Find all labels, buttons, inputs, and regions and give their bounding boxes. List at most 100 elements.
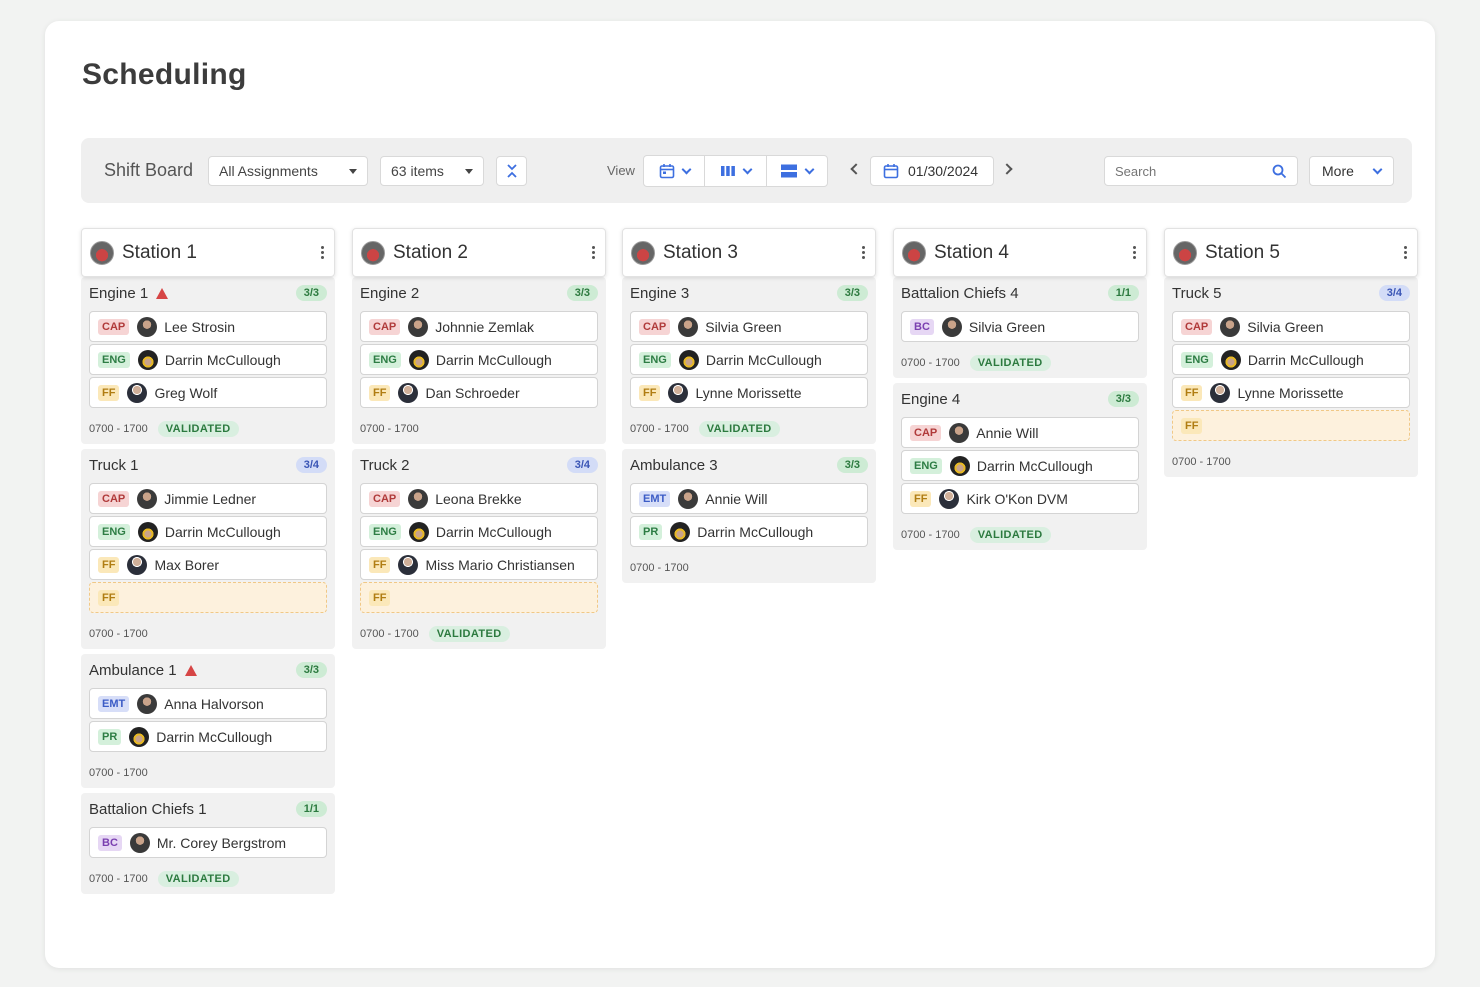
unit-header: Truck 5 3/4 xyxy=(1172,285,1410,302)
unit-card[interactable]: Engine 3 3/3 CAP Silvia Green ENG Darrin McCu… xyxy=(622,277,876,444)
shift-time: 0700 - 1700 xyxy=(89,873,148,885)
assignment-slot[interactable]: ENG Darrin McCullough xyxy=(89,516,327,547)
assignment-slot[interactable]: ENG Darrin McCullough xyxy=(360,516,598,547)
person-name: Darrin McCullough xyxy=(156,728,273,745)
role-badge: CAP xyxy=(369,318,401,335)
assignment-slot[interactable]: ENG Darrin McCullough xyxy=(1172,344,1410,375)
assignment-slot[interactable]: BC Silvia Green xyxy=(901,311,1139,342)
columns-view-button[interactable] xyxy=(705,156,767,186)
assignment-slot[interactable]: ENG Darrin McCullough xyxy=(89,344,327,375)
prev-date-icon[interactable] xyxy=(850,163,862,175)
person-name: Darrin McCullough xyxy=(1247,351,1364,368)
staffing-count-badge: 3/4 xyxy=(566,457,598,473)
assignment-slot[interactable]: CAP Silvia Green xyxy=(630,311,868,342)
avatar xyxy=(1220,316,1241,337)
assignment-slot[interactable]: EMT Anna Halvorson xyxy=(89,688,327,719)
warning-icon xyxy=(156,287,169,299)
calendar-view-button[interactable] xyxy=(644,156,706,186)
chevron-down-icon xyxy=(804,164,815,174)
station-header[interactable]: Station 3 xyxy=(622,228,876,277)
status-badge: VALIDATED xyxy=(157,421,239,437)
assignment-slot[interactable]: CAP Jimmie Ledner xyxy=(89,483,327,514)
search-input[interactable] xyxy=(1115,163,1255,179)
staffing-count-badge: 3/3 xyxy=(836,285,868,301)
assignment-slot[interactable]: FF Greg Wolf xyxy=(89,377,327,408)
role-badge: FF xyxy=(98,556,120,573)
station-header[interactable]: Station 2 xyxy=(352,228,606,277)
assignment-slot[interactable]: CAP Lee Strosin xyxy=(89,311,327,342)
avatar xyxy=(949,422,970,443)
assignment-slot[interactable]: ENG Darrin McCullough xyxy=(901,450,1139,481)
assignments-select[interactable]: All Assignments xyxy=(208,156,368,186)
more-button[interactable]: More xyxy=(1309,156,1394,186)
assignment-slot[interactable]: ENG Darrin McCullough xyxy=(630,344,868,375)
avatar xyxy=(1220,349,1241,370)
assignment-slot[interactable]: ENG Darrin McCullough xyxy=(360,344,598,375)
unit-card[interactable]: Engine 1 3/3 CAP Lee Strosin ENG Darrin McCul… xyxy=(81,277,335,444)
open-slot[interactable]: FF xyxy=(1172,410,1410,441)
assignment-slot[interactable]: FF Max Borer xyxy=(89,549,327,580)
station-header[interactable]: Station 1 xyxy=(81,228,335,277)
assignment-slot[interactable]: CAP Leona Brekke xyxy=(360,483,598,514)
station-name: Station 2 xyxy=(393,241,468,263)
unit-card[interactable]: Engine 2 3/3 CAP Johnnie Zemlak ENG Darrin Mc… xyxy=(352,277,606,444)
unit-card[interactable]: Engine 4 3/3 CAP Annie Will ENG Darrin McCull… xyxy=(893,383,1147,550)
assignment-slot[interactable]: CAP Silvia Green xyxy=(1172,311,1410,342)
person-name: Darrin McCullough xyxy=(435,351,552,368)
more-vertical-icon[interactable] xyxy=(1404,246,1408,259)
unit-name: Truck 1 xyxy=(89,456,139,474)
date-picker[interactable]: 01/30/2024 xyxy=(870,156,994,186)
assignment-slot[interactable]: CAP Johnnie Zemlak xyxy=(360,311,598,342)
search-field[interactable] xyxy=(1104,156,1298,186)
role-badge: EMT xyxy=(639,490,671,507)
staffing-count-badge: 3/4 xyxy=(295,457,327,473)
role-badge: ENG xyxy=(1181,351,1213,368)
person-name: Lee Strosin xyxy=(164,318,236,335)
avatar xyxy=(129,726,150,747)
search-icon[interactable] xyxy=(1272,164,1287,179)
unit-card[interactable]: Battalion Chiefs 4 1/1 BC Silvia Green 0700 … xyxy=(893,277,1147,378)
more-vertical-icon[interactable] xyxy=(592,246,596,259)
assignment-slot[interactable]: PR Darrin McCullough xyxy=(630,516,868,547)
person-name: Max Borer xyxy=(154,556,220,573)
staffing-count-badge: 3/3 xyxy=(295,662,327,678)
unit-card[interactable]: Battalion Chiefs 1 1/1 BC Mr. Corey Bergstr… xyxy=(81,793,335,894)
next-date-icon[interactable] xyxy=(1001,163,1013,175)
avatar xyxy=(129,832,150,853)
assignment-slot[interactable]: FF Lynne Morissette xyxy=(630,377,868,408)
unit-title: Truck 2 xyxy=(360,457,409,474)
assignment-slot[interactable]: PR Darrin McCullough xyxy=(89,721,327,752)
more-vertical-icon[interactable] xyxy=(321,246,325,259)
assignment-slot[interactable]: FF Lynne Morissette xyxy=(1172,377,1410,408)
assignment-slot[interactable]: EMT Annie Will xyxy=(630,483,868,514)
open-slot[interactable]: FF xyxy=(360,582,598,613)
items-select[interactable]: 63 items xyxy=(380,156,484,186)
shift-time: 0700 - 1700 xyxy=(630,423,689,435)
assignment-slot[interactable]: FF Dan Schroeder xyxy=(360,377,598,408)
status-badge: VALIDATED xyxy=(969,527,1051,543)
collapse-button[interactable] xyxy=(496,156,527,186)
unit-footer: 0700 - 1700 xyxy=(630,561,868,575)
fire-truck-icon xyxy=(1173,240,1197,265)
more-vertical-icon[interactable] xyxy=(1133,246,1137,259)
unit-card[interactable]: Ambulance 3 3/3 EMT Annie Will PR Darrin McCu… xyxy=(622,449,876,583)
station-header[interactable]: Station 5 xyxy=(1164,228,1418,277)
unit-card[interactable]: Ambulance 1 3/3 EMT Anna Halvorson PR Darrin … xyxy=(81,654,335,788)
more-vertical-icon[interactable] xyxy=(862,246,866,259)
assignment-slot[interactable]: BC Mr. Corey Bergstrom xyxy=(89,827,327,858)
unit-title: Truck 5 xyxy=(1172,285,1221,302)
station-header[interactable]: Station 4 xyxy=(893,228,1147,277)
assignment-slot[interactable]: FF Kirk O'Kon DVM xyxy=(901,483,1139,514)
unit-card[interactable]: Truck 2 3/4 CAP Leona Brekke ENG Darrin McCul… xyxy=(352,449,606,649)
unit-header: Engine 4 3/3 xyxy=(901,391,1139,408)
open-slot[interactable]: FF xyxy=(89,582,327,613)
collapse-icon xyxy=(506,164,517,178)
rows-view-button[interactable] xyxy=(767,156,827,186)
unit-footer: 0700 - 1700 VALIDATED xyxy=(89,871,327,887)
avatar xyxy=(949,455,970,476)
unit-card[interactable]: Truck 1 3/4 CAP Jimmie Ledner ENG Darrin McCu… xyxy=(81,449,335,649)
unit-card[interactable]: Truck 5 3/4 CAP Silvia Green ENG Darrin McCul… xyxy=(1164,277,1418,477)
assignment-slot[interactable]: FF Miss Mario Christiansen xyxy=(360,549,598,580)
assignment-slot[interactable]: CAP Annie Will xyxy=(901,417,1139,448)
fire-truck-icon xyxy=(90,240,114,265)
